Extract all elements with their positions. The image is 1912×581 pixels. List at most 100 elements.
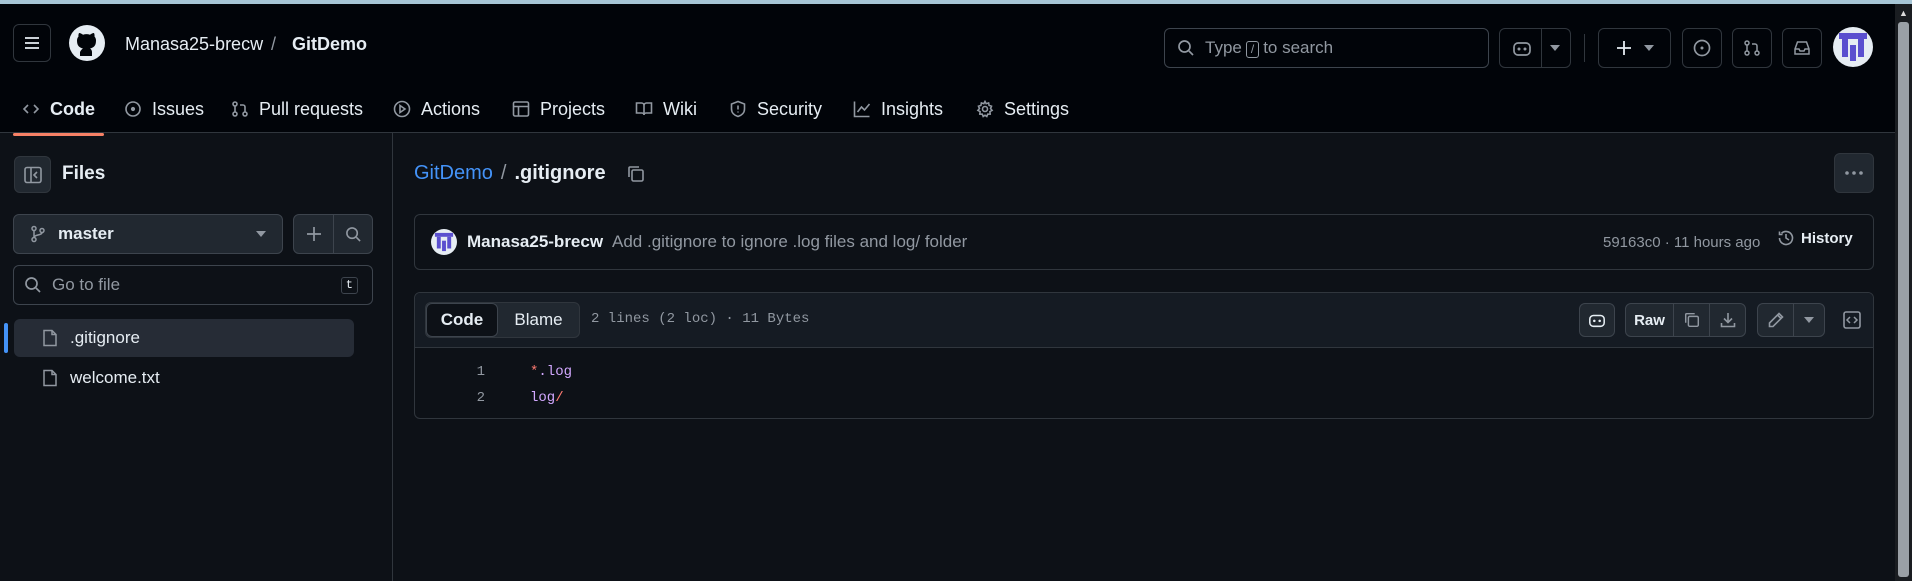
search-icon [25, 277, 41, 293]
tab-code[interactable]: Code [22, 92, 95, 126]
tab-projects[interactable]: Projects [512, 92, 605, 126]
tab-code-view[interactable]: Code [426, 303, 498, 337]
copy-icon [1684, 312, 1699, 328]
branch-name: master [58, 224, 114, 243]
file-info: 2 lines (2 loc) · 11 Bytes [591, 311, 810, 327]
sidebar-title: Files [62, 163, 106, 184]
issue-icon [1693, 39, 1711, 57]
collapse-sidebar-button[interactable] [14, 156, 51, 193]
raw-actions-group: Raw [1625, 303, 1746, 337]
scrollbar-thumb[interactable] [1898, 22, 1909, 577]
scroll-up-arrow-icon[interactable]: ▲ [1899, 8, 1908, 18]
commit-message-link[interactable]: Add .gitignore to ignore .log files and … [612, 232, 967, 252]
code-icon [22, 104, 40, 114]
commit-author-avatar[interactable] [431, 229, 457, 255]
chevron-down-icon [1804, 317, 1814, 323]
history-icon [1778, 230, 1794, 246]
book-icon [635, 102, 653, 116]
create-new-button[interactable] [1598, 28, 1671, 68]
search-placeholder: Type / to search [1205, 38, 1334, 58]
tab-insights[interactable]: Insights [853, 92, 943, 126]
issues-button[interactable] [1682, 28, 1722, 68]
breadcrumb-file: .gitignore [514, 162, 606, 184]
pull-request-icon [1744, 40, 1760, 56]
gear-icon [976, 100, 994, 118]
copy-path-icon[interactable] [626, 164, 646, 184]
vertical-scrollbar[interactable]: ▲ [1895, 4, 1912, 581]
pencil-icon [1768, 312, 1784, 328]
chevron-down-icon [1549, 45, 1560, 51]
tab-settings[interactable]: Settings [976, 92, 1069, 126]
inbox-icon [1794, 41, 1810, 55]
raw-button[interactable]: Raw [1626, 304, 1674, 336]
breadcrumb-repo-link[interactable]: GitDemo [414, 162, 493, 185]
pull-request-icon [232, 101, 248, 117]
repo-owner-link[interactable]: Manasa25-brecw [125, 34, 263, 55]
edit-file-button[interactable] [1758, 304, 1794, 336]
code-line-text: log/ [530, 390, 564, 406]
commit-meta[interactable]: 59163c0 · 11 hours ago [1603, 234, 1760, 251]
commit-author-link[interactable]: Manasa25-brecw [467, 232, 603, 252]
tab-actions[interactable]: Actions [393, 92, 480, 126]
code-line-text: *.log [530, 364, 573, 380]
breadcrumb: GitDemo / .gitignore [414, 162, 646, 185]
table-icon [512, 101, 530, 117]
go-to-file-placeholder: Go to file [52, 275, 121, 294]
code-square-icon [1843, 311, 1861, 329]
copilot-icon [1512, 42, 1531, 56]
add-file-button[interactable] [294, 215, 334, 253]
global-header: Manasa25-brecw / GitDemo Type / to search … [0, 4, 1895, 136]
shortcut-key-badge: t [340, 276, 358, 294]
tab-security[interactable]: Security [729, 92, 822, 126]
file-tree-item[interactable]: .gitignore [14, 319, 354, 357]
go-to-file-input[interactable]: Go to file t [13, 265, 373, 305]
download-icon [1720, 313, 1735, 328]
tab-issues[interactable]: Issues [124, 92, 204, 126]
history-button[interactable]: History [1777, 229, 1853, 247]
search-icon [345, 226, 361, 242]
code-body: 1 *.log 2 log/ [415, 359, 1873, 411]
chevron-down-icon [1643, 45, 1654, 51]
identicon-icon [434, 232, 454, 252]
copilot-icon [1589, 314, 1605, 328]
menu-button[interactable] [13, 24, 51, 62]
edit-options-dropdown[interactable] [1794, 304, 1824, 336]
search-input[interactable]: Type / to search [1164, 28, 1489, 68]
pull-requests-button[interactable] [1732, 28, 1772, 68]
tab-wiki[interactable]: Wiki [635, 92, 697, 126]
branch-selector[interactable]: master [13, 214, 283, 254]
github-logo-icon[interactable] [68, 24, 106, 67]
download-button[interactable] [1710, 304, 1745, 336]
edit-actions-group [1757, 303, 1825, 337]
issue-icon [125, 101, 141, 117]
avatar[interactable] [1833, 27, 1873, 67]
selected-file-indicator [4, 323, 8, 353]
file-viewer: Code Blame 2 lines (2 loc) · 11 Bytes Ra… [414, 292, 1874, 419]
file-tree-item[interactable]: welcome.txt [14, 359, 354, 397]
code-line: 2 log/ [476, 390, 564, 406]
file-icon [43, 369, 57, 387]
file-actions-group [293, 214, 373, 254]
more-options-button[interactable] [1834, 153, 1874, 193]
code-line: 1 *.log [476, 364, 573, 380]
copy-raw-button[interactable] [1674, 304, 1710, 336]
repo-name-link[interactable]: GitDemo [292, 34, 367, 55]
search-icon [1178, 40, 1194, 56]
copilot-button[interactable] [1499, 28, 1571, 68]
latest-commit-bar: Manasa25-brecw Add .gitignore to ignore … [414, 214, 1874, 270]
hamburger-icon [25, 37, 39, 49]
repo-separator: / [271, 34, 277, 54]
tab-blame-view[interactable]: Blame [498, 303, 579, 337]
chevron-down-icon [256, 231, 266, 237]
copilot-ask-button[interactable] [1579, 303, 1615, 337]
inbox-button[interactable] [1782, 28, 1822, 68]
tab-pull-requests[interactable]: Pull requests [231, 92, 363, 126]
search-files-button[interactable] [334, 215, 372, 253]
branch-icon [31, 225, 45, 243]
shield-icon [730, 100, 746, 118]
plus-icon [306, 227, 321, 241]
file-icon [43, 329, 57, 347]
file-viewer-header: Code Blame 2 lines (2 loc) · 11 Bytes Ra… [415, 293, 1873, 348]
symbols-panel-button[interactable] [1835, 303, 1869, 337]
actions-play-icon [393, 100, 411, 118]
